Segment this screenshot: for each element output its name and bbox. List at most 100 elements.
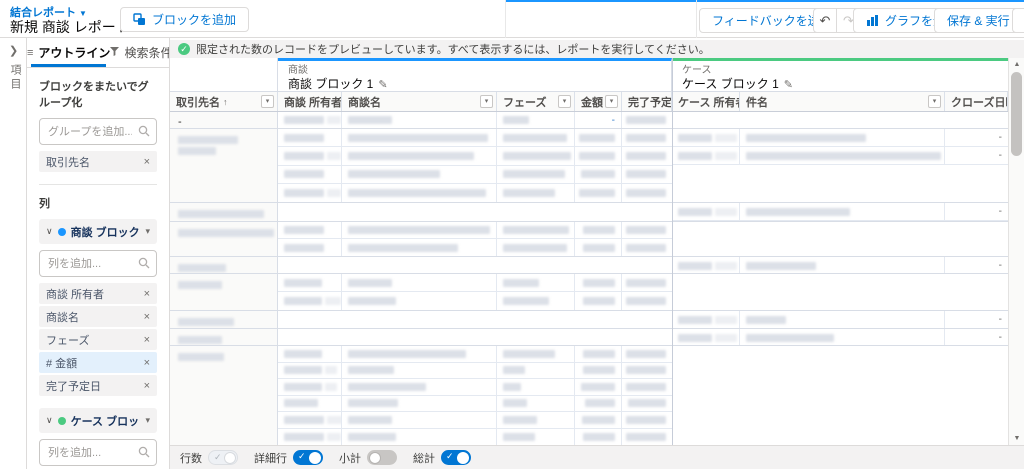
remove-icon[interactable]: × xyxy=(144,311,150,323)
toggle-label: 行数 xyxy=(180,452,202,465)
table-group: - xyxy=(170,311,1008,329)
column-menu-button[interactable]: ▾ xyxy=(261,95,274,108)
cell-stage xyxy=(497,292,575,310)
redacted-text xyxy=(579,133,615,142)
redacted-text xyxy=(178,264,226,272)
column-pill[interactable]: 商談 所有者 × xyxy=(39,283,157,304)
redacted-text xyxy=(178,229,274,237)
toggle-switch[interactable]: ✓ xyxy=(208,450,238,465)
redacted-text xyxy=(626,188,666,197)
cell-opportunity-owner xyxy=(278,379,342,395)
redacted-text xyxy=(583,278,615,287)
toggle-switch[interactable] xyxy=(367,450,397,465)
cell-close-date xyxy=(622,184,672,202)
redacted-text xyxy=(715,315,737,324)
column-block-header[interactable]: ∨ ケース ブロック 1 ▾ xyxy=(39,408,157,433)
redacted-text xyxy=(178,281,222,289)
column-menu-button[interactable]: ▾ xyxy=(558,95,571,108)
scroll-down-icon[interactable]: ▼ xyxy=(1009,435,1024,442)
remove-icon[interactable]: × xyxy=(144,156,150,168)
add-block-button[interactable]: ブロックを追加 xyxy=(120,7,250,32)
redacted-text xyxy=(327,432,341,441)
search-icon xyxy=(138,446,150,458)
column-block-header[interactable]: ∨ 商談 ブロック 1 ▾ xyxy=(39,219,157,244)
cell-opportunity-name xyxy=(342,379,497,395)
toggle-switch[interactable]: ✓ xyxy=(441,450,471,465)
cell-close-date xyxy=(622,147,672,164)
redacted-text xyxy=(503,151,571,160)
expand-fields-icon[interactable]: ❯ xyxy=(9,44,18,57)
redacted-text xyxy=(284,243,324,252)
case-lane: - xyxy=(672,329,1008,345)
cell-amount xyxy=(575,395,622,411)
remove-icon[interactable]: × xyxy=(144,334,150,346)
redacted-text xyxy=(348,399,398,408)
group-label-cell xyxy=(170,222,278,256)
scroll-up-icon[interactable]: ▲ xyxy=(1009,61,1024,68)
block-icon xyxy=(133,13,145,25)
edit-block-icon[interactable]: ✎ xyxy=(784,79,793,91)
toggle-label: 小計 xyxy=(339,452,361,465)
column-pill[interactable]: フェーズ × xyxy=(39,329,157,350)
cell-opportunity-name xyxy=(342,147,497,165)
column-menu-button[interactable]: ▾ xyxy=(928,95,941,108)
scrollbar-thumb[interactable] xyxy=(1011,72,1022,156)
cell-opportunity-name xyxy=(342,239,497,256)
save-and-run-button[interactable]: 保存 & 実行 xyxy=(934,8,1023,33)
block-menu-icon[interactable]: ▾ xyxy=(145,415,150,426)
column-pill[interactable]: 商談名 × xyxy=(39,306,157,327)
cell-amount xyxy=(575,379,622,395)
cell-closed-date: - xyxy=(998,332,1002,343)
cell-subject xyxy=(740,311,945,328)
cell-close-date xyxy=(622,396,672,412)
cell-close-date xyxy=(622,129,672,146)
column-menu-button[interactable]: ▾ xyxy=(605,95,618,108)
table-row: - xyxy=(672,129,1008,147)
column-pill[interactable]: 完了予定日 × xyxy=(39,375,157,396)
redacted-text xyxy=(583,226,615,234)
redacted-text xyxy=(626,151,666,160)
fields-panel-label[interactable]: 項目 xyxy=(7,64,23,92)
column-pill-label: 完了予定日 xyxy=(46,380,101,393)
tab-filters[interactable]: 検索条件 xyxy=(110,38,169,67)
redacted-text xyxy=(284,133,324,142)
redacted-text xyxy=(325,366,337,375)
cell-opportunity-name xyxy=(342,183,497,202)
search-icon xyxy=(138,125,150,137)
block-name: 商談 ブロック 1 xyxy=(70,226,141,239)
redacted-text xyxy=(503,133,567,142)
edit-block-icon[interactable]: ✎ xyxy=(378,79,387,91)
cell-close-date xyxy=(622,346,672,362)
group-pill-account-name[interactable]: 取引先名 × xyxy=(39,151,157,172)
group-label-cell: - xyxy=(170,112,278,128)
cell-subject xyxy=(740,329,945,345)
column-menu-button[interactable]: ▾ xyxy=(480,95,493,108)
case-lane: - xyxy=(672,257,1008,273)
redacted-text xyxy=(503,349,555,358)
redacted-text xyxy=(348,226,490,234)
toggle-switch[interactable]: ✓ xyxy=(293,450,323,465)
undo-button[interactable]: ↶ xyxy=(813,8,837,33)
block-name: ケース ブロック 1 xyxy=(70,415,141,428)
vertical-scrollbar[interactable]: ▲ ▼ xyxy=(1008,58,1024,445)
toggle-knob xyxy=(309,451,321,464)
cell-amount xyxy=(575,346,622,362)
remove-icon[interactable]: × xyxy=(144,357,150,369)
cell-closed-date: - xyxy=(998,314,1002,325)
redacted-text xyxy=(348,133,488,142)
fields-panel-collapsed: ❯ 項目 xyxy=(0,38,27,469)
column-pill[interactable]: # 金額 × xyxy=(39,352,157,373)
opportunity-lane xyxy=(278,346,672,445)
redacted-text xyxy=(678,151,712,160)
outline-icon: ≡ xyxy=(27,46,34,59)
block-menu-icon[interactable]: ▾ xyxy=(145,226,150,237)
redacted-text xyxy=(715,207,737,216)
remove-icon[interactable]: × xyxy=(144,380,150,392)
remove-icon[interactable]: × xyxy=(144,288,150,300)
redacted-text xyxy=(626,415,666,424)
table-row xyxy=(278,428,672,445)
cell-close-date xyxy=(622,222,672,238)
cell-opportunity-owner xyxy=(278,239,342,256)
tab-outline[interactable]: ≡ アウトライン xyxy=(27,38,110,67)
save-button[interactable]: 保存 xyxy=(1012,8,1024,33)
